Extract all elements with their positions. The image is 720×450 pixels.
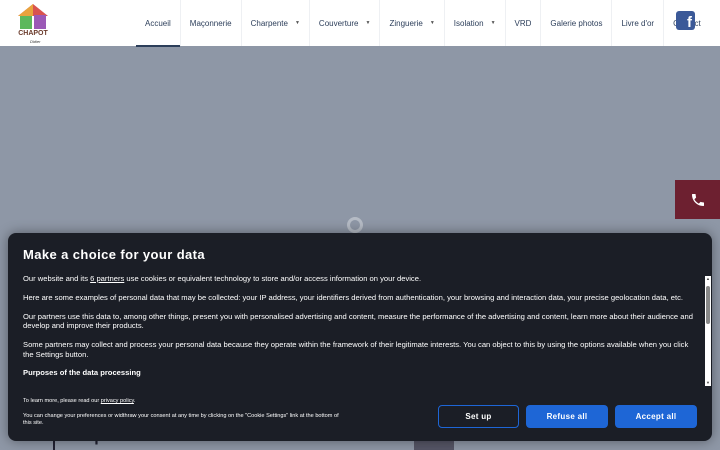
nav-item-galerie-photos[interactable]: Galerie photos [541,0,613,46]
consent-p1-pre: Our website and its [23,274,91,283]
phone-call-button[interactable] [675,180,720,219]
site-logo[interactable]: CHAPOT Didier [16,3,50,44]
chevron-down-icon: ▼ [429,20,435,26]
purposes-heading[interactable]: Purposes of the data processing [23,368,695,377]
consent-paragraph: Our website and its 6 partners use cooki… [23,274,695,283]
loading-spinner-icon [347,217,363,233]
consent-body: Our website and its 6 partners use cooki… [23,274,695,386]
nav-item-accueil[interactable]: Accueil [136,0,181,47]
scroll-thumb[interactable] [706,286,710,324]
nav-item-label: VRD [514,18,532,28]
chevron-down-icon: ▼ [294,20,300,26]
nav-item-label: Livre d'or [621,18,655,28]
nav-item-ma-onnerie[interactable]: Maçonnerie [181,0,242,46]
facebook-icon[interactable]: f [676,11,695,30]
accept-all-button[interactable]: Accept all [615,405,697,428]
logo-subtext: Didier [30,39,41,44]
nav-item-label: Charpente [250,18,288,28]
main-nav: Accueil Maçonnerie Charpente ▼ Couverture ▼ Zi… [136,0,710,47]
logo-text: CHAPOT [18,30,48,37]
consent-paragraph: Some partners may collect and process yo… [23,340,689,359]
privacy-note: To learn more, please read our privacy p… [23,398,343,405]
consent-dialog: Make a choice for your data Our website … [8,233,712,441]
privacy-policy-link[interactable]: privacy policy [101,398,134,404]
partners-link[interactable]: 6 partners [90,274,124,283]
consent-paragraph: Our partners use this data to, among oth… [23,311,693,331]
nav-item-vrd[interactable]: VRD [506,0,542,46]
nav-item-label: Maçonnerie [189,18,232,28]
setup-button[interactable]: Set up [438,405,519,428]
nav-item-label: Accueil [145,18,171,28]
nav-item-zinguerie[interactable]: Zinguerie ▼ [380,0,445,46]
nav-item-charpente[interactable]: Charpente ▼ [242,0,310,46]
nav-item-label: Isolation [453,18,484,28]
nav-item-label: Zinguerie [389,18,423,28]
consent-title: Make a choice for your data [23,247,206,262]
privacy-note-post: . [133,398,136,404]
refuse-all-button[interactable]: Refuse all [526,405,608,428]
consent-paragraph: Here are some examples of personal data … [23,292,684,302]
site-header: CHAPOT Didier Accueil Maçonnerie Charpente… [0,0,720,47]
nav-item-livre-d-or[interactable]: Livre d'or [612,0,665,46]
preferences-note: You can change your preferences or width… [23,413,339,426]
nav-item-label: Galerie photos [550,18,603,28]
house-logo-icon [18,4,48,29]
chevron-down-icon: ▼ [365,20,371,26]
phone-icon [691,193,704,206]
nav-item-isolation[interactable]: Isolation ▼ [445,0,506,46]
nav-item-label: Couverture [318,18,359,28]
consent-scrollbar[interactable]: ▲ ▼ [705,276,711,386]
facebook-glyph: f [687,14,692,31]
scroll-down-arrow[interactable]: ▼ [705,380,711,386]
scroll-up-arrow[interactable]: ▲ [705,276,711,282]
privacy-note-pre: To learn more, please read our [23,398,101,404]
consent-p1-post: use cookies or equivalent technology to … [124,274,422,283]
chevron-down-icon: ▼ [490,20,496,26]
nav-item-couverture[interactable]: Couverture ▼ [310,0,381,46]
